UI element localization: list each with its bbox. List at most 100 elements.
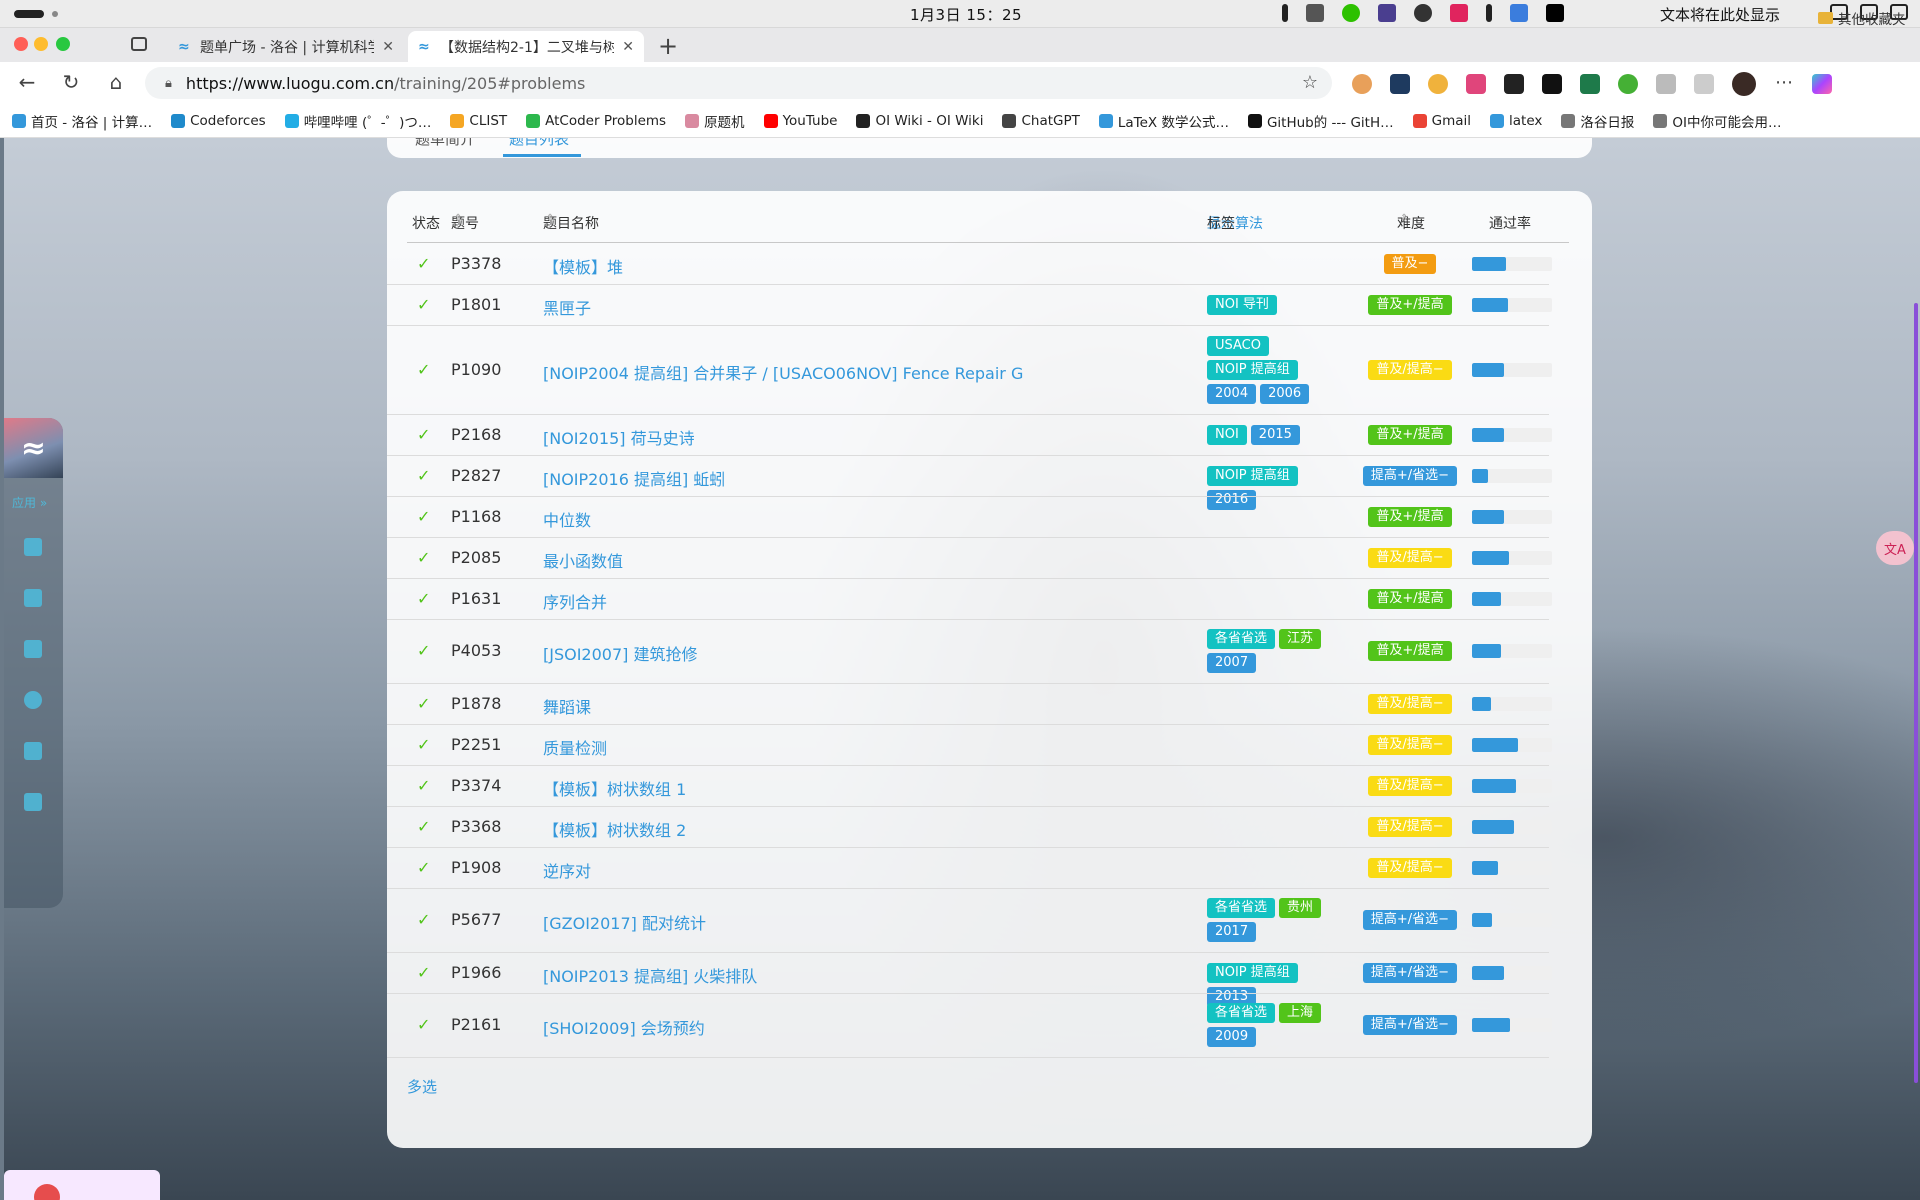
bookmark-item[interactable]: 洛谷日报 [1561,111,1634,131]
bookmark-item[interactable]: ChatGPT [1002,113,1080,129]
tag-badge[interactable]: 各省省选 [1207,898,1276,918]
problem-title-link[interactable]: [GZOI2017] 配对统计 [543,910,706,934]
tag-badge[interactable]: 2007 [1207,653,1257,673]
problem-title-link[interactable]: 【模板】树状数组 2 [543,817,686,841]
system-clock[interactable]: 1月3日 15：25 [910,4,1022,25]
minimize-window-icon[interactable] [34,37,48,51]
reload-icon[interactable]: ↻ [58,70,84,94]
tag-badge[interactable]: 2009 [1207,1027,1257,1047]
more-menu-icon[interactable]: ⋯ [1774,74,1794,94]
extension-icon[interactable] [1466,74,1486,94]
bluetooth-icon[interactable] [1282,4,1288,22]
table-row[interactable]: ✓ P1090 [NOIP2004 提高组] 合并果子 / [USACO06NOV]… [407,325,1569,414]
news-icon[interactable] [24,793,42,811]
new-tab-icon[interactable]: + [658,32,678,60]
bookmark-item[interactable]: 原题机 [685,111,745,131]
copilot-icon[interactable] [1812,74,1832,94]
problem-title-link[interactable]: 最小函数值 [543,548,623,572]
bookmark-item[interactable]: AtCoder Problems [526,113,666,129]
problem-title-link[interactable]: 中位数 [543,507,591,531]
bookmark-item[interactable]: Codeforces [171,113,266,129]
tag-badge[interactable]: NOI [1207,424,1247,445]
luogu-logo-icon[interactable]: ≈ [4,418,63,478]
table-row[interactable]: ✓ P5677 [GZOI2017] 配对统计 各省省选 贵州 2017 提高+/省选− [407,888,1569,952]
notification-icon[interactable] [34,1184,60,1200]
translate-icon[interactable]: 文A [1876,531,1914,565]
chevron-right-icon[interactable]: › [1773,8,1779,27]
problem-title-link[interactable]: [NOIP2013 提高组] 火柴排队 [543,963,757,987]
tag-badge[interactable]: NOI 导刊 [1207,294,1277,315]
table-row[interactable]: ✓ P2251 质量检测 普及/提高− [407,724,1569,765]
bookmark-item[interactable]: OI中你可能会用… [1653,111,1781,131]
discuss-icon[interactable] [24,742,42,760]
other-bookmarks[interactable]: 其他收藏夹 [1818,8,1906,28]
close-tab-icon[interactable]: ✕ [622,39,634,55]
tag-badge[interactable]: 2017 [1207,922,1257,942]
table-row[interactable]: ✓ P3374 【模板】树状数组 1 普及/提高− [407,765,1569,806]
table-row[interactable]: ✓ P1908 逆序对 普及/提高− [407,847,1569,888]
problem-title-link[interactable]: 【模板】树状数组 1 [543,776,686,800]
activities-icon[interactable] [14,10,44,18]
table-row[interactable]: ✓ P2827 [NOIP2016 提高组] 蚯蚓 NOIP 提高组 2016 提高+/省… [407,455,1569,510]
apps-toggle[interactable]: 应用 » [12,494,47,511]
records-icon[interactable] [24,640,42,658]
scrollbar[interactable] [1914,303,1918,1083]
tag-badge[interactable]: 贵州 [1279,898,1322,918]
sort-icon[interactable]: ⇕ [1400,213,1408,224]
favorites-icon[interactable] [1694,74,1714,94]
sort-icon[interactable]: ⇕ [454,213,462,224]
training-icon[interactable] [24,589,42,607]
tag-badge[interactable]: NOIP 提高组 [1207,359,1298,380]
problem-title-link[interactable]: [NOI2015] 荷马史诗 [543,425,695,449]
extension-icon[interactable] [1352,74,1372,94]
bookmark-item[interactable]: 哔哩哔哩 (゜-゜)つ… [284,111,431,131]
tray-app-icon[interactable] [1546,4,1564,22]
table-row[interactable]: ✓ P1631 序列合并 普及+/提高 [407,578,1569,619]
bookmark-item[interactable]: CLIST [450,113,507,129]
extension-icon[interactable] [1542,74,1562,94]
extensions-puzzle-icon[interactable] [1656,74,1676,94]
back-icon[interactable]: ← [14,70,40,94]
extension-icon[interactable] [1428,74,1448,94]
extension-icon[interactable] [1504,74,1524,94]
table-row[interactable]: ✓ P1878 舞蹈课 普及/提高− [407,683,1569,724]
tray-app-icon[interactable] [1414,4,1432,22]
bookmark-item[interactable]: latex [1490,113,1542,129]
problem-title-link[interactable]: [SHOI2009] 会场预约 [543,1015,705,1039]
tab-problem-list[interactable]: 题目列表 [509,138,569,149]
wechat-icon[interactable] [1342,4,1360,22]
table-row[interactable]: ✓ P1168 中位数 普及+/提高 [407,496,1569,537]
problem-title-link[interactable]: 质量检测 [543,735,607,759]
tab-training[interactable]: ≈ 【数据结构2-1】二叉堆与树状数组 ✕ [408,31,644,62]
close-tab-icon[interactable]: ✕ [382,39,394,55]
contest-icon[interactable] [24,691,42,709]
table-row[interactable]: ✓ P2161 [SHOI2009] 会场预约 各省省选 上海 2009 提高+/省选− [407,993,1569,1057]
bottom-popup[interactable] [4,1170,160,1200]
extension-icon[interactable] [1618,74,1638,94]
tag-badge[interactable]: NOIP 提高组 [1207,962,1298,983]
sidebar-toggle-icon[interactable] [131,37,147,51]
tray-app-icon[interactable] [1510,4,1528,22]
problem-title-link[interactable]: 黑匣子 [543,295,591,319]
tag-badge[interactable]: 江苏 [1279,629,1322,649]
bookmark-item[interactable]: 首页 - 洛谷 | 计算… [12,111,152,131]
bluetooth-icon[interactable] [1486,4,1492,22]
tray-app-icon[interactable] [1378,4,1396,22]
table-row[interactable]: ✓ P1801 黑匣子 NOI 导刊 普及+/提高 [407,284,1569,325]
maximize-window-icon[interactable] [56,37,70,51]
bookmark-item[interactable]: LaTeX 数学公式… [1098,111,1229,131]
table-row[interactable]: ✓ P3368 【模板】树状数组 2 普及/提高− [407,806,1569,847]
extension-icon[interactable] [1390,74,1410,94]
bookmark-item[interactable]: YouTube [763,113,837,129]
close-window-icon[interactable] [14,37,28,51]
multi-select-link[interactable]: 多选 [407,1076,437,1097]
table-row[interactable]: ✓ P2085 最小函数值 普及/提高− [407,537,1569,578]
bookmark-item[interactable]: Gmail [1412,113,1471,129]
tag-badge[interactable]: 各省省选 [1207,629,1276,649]
sort-icon[interactable]: ⇕ [546,213,554,224]
home-icon[interactable]: ⌂ [103,70,129,94]
tray-app-icon[interactable] [1306,4,1324,22]
extension-icon[interactable] [1580,74,1600,94]
tray-app-icon[interactable] [1450,4,1468,22]
tag-badge[interactable]: NOIP 提高组 [1207,465,1298,486]
